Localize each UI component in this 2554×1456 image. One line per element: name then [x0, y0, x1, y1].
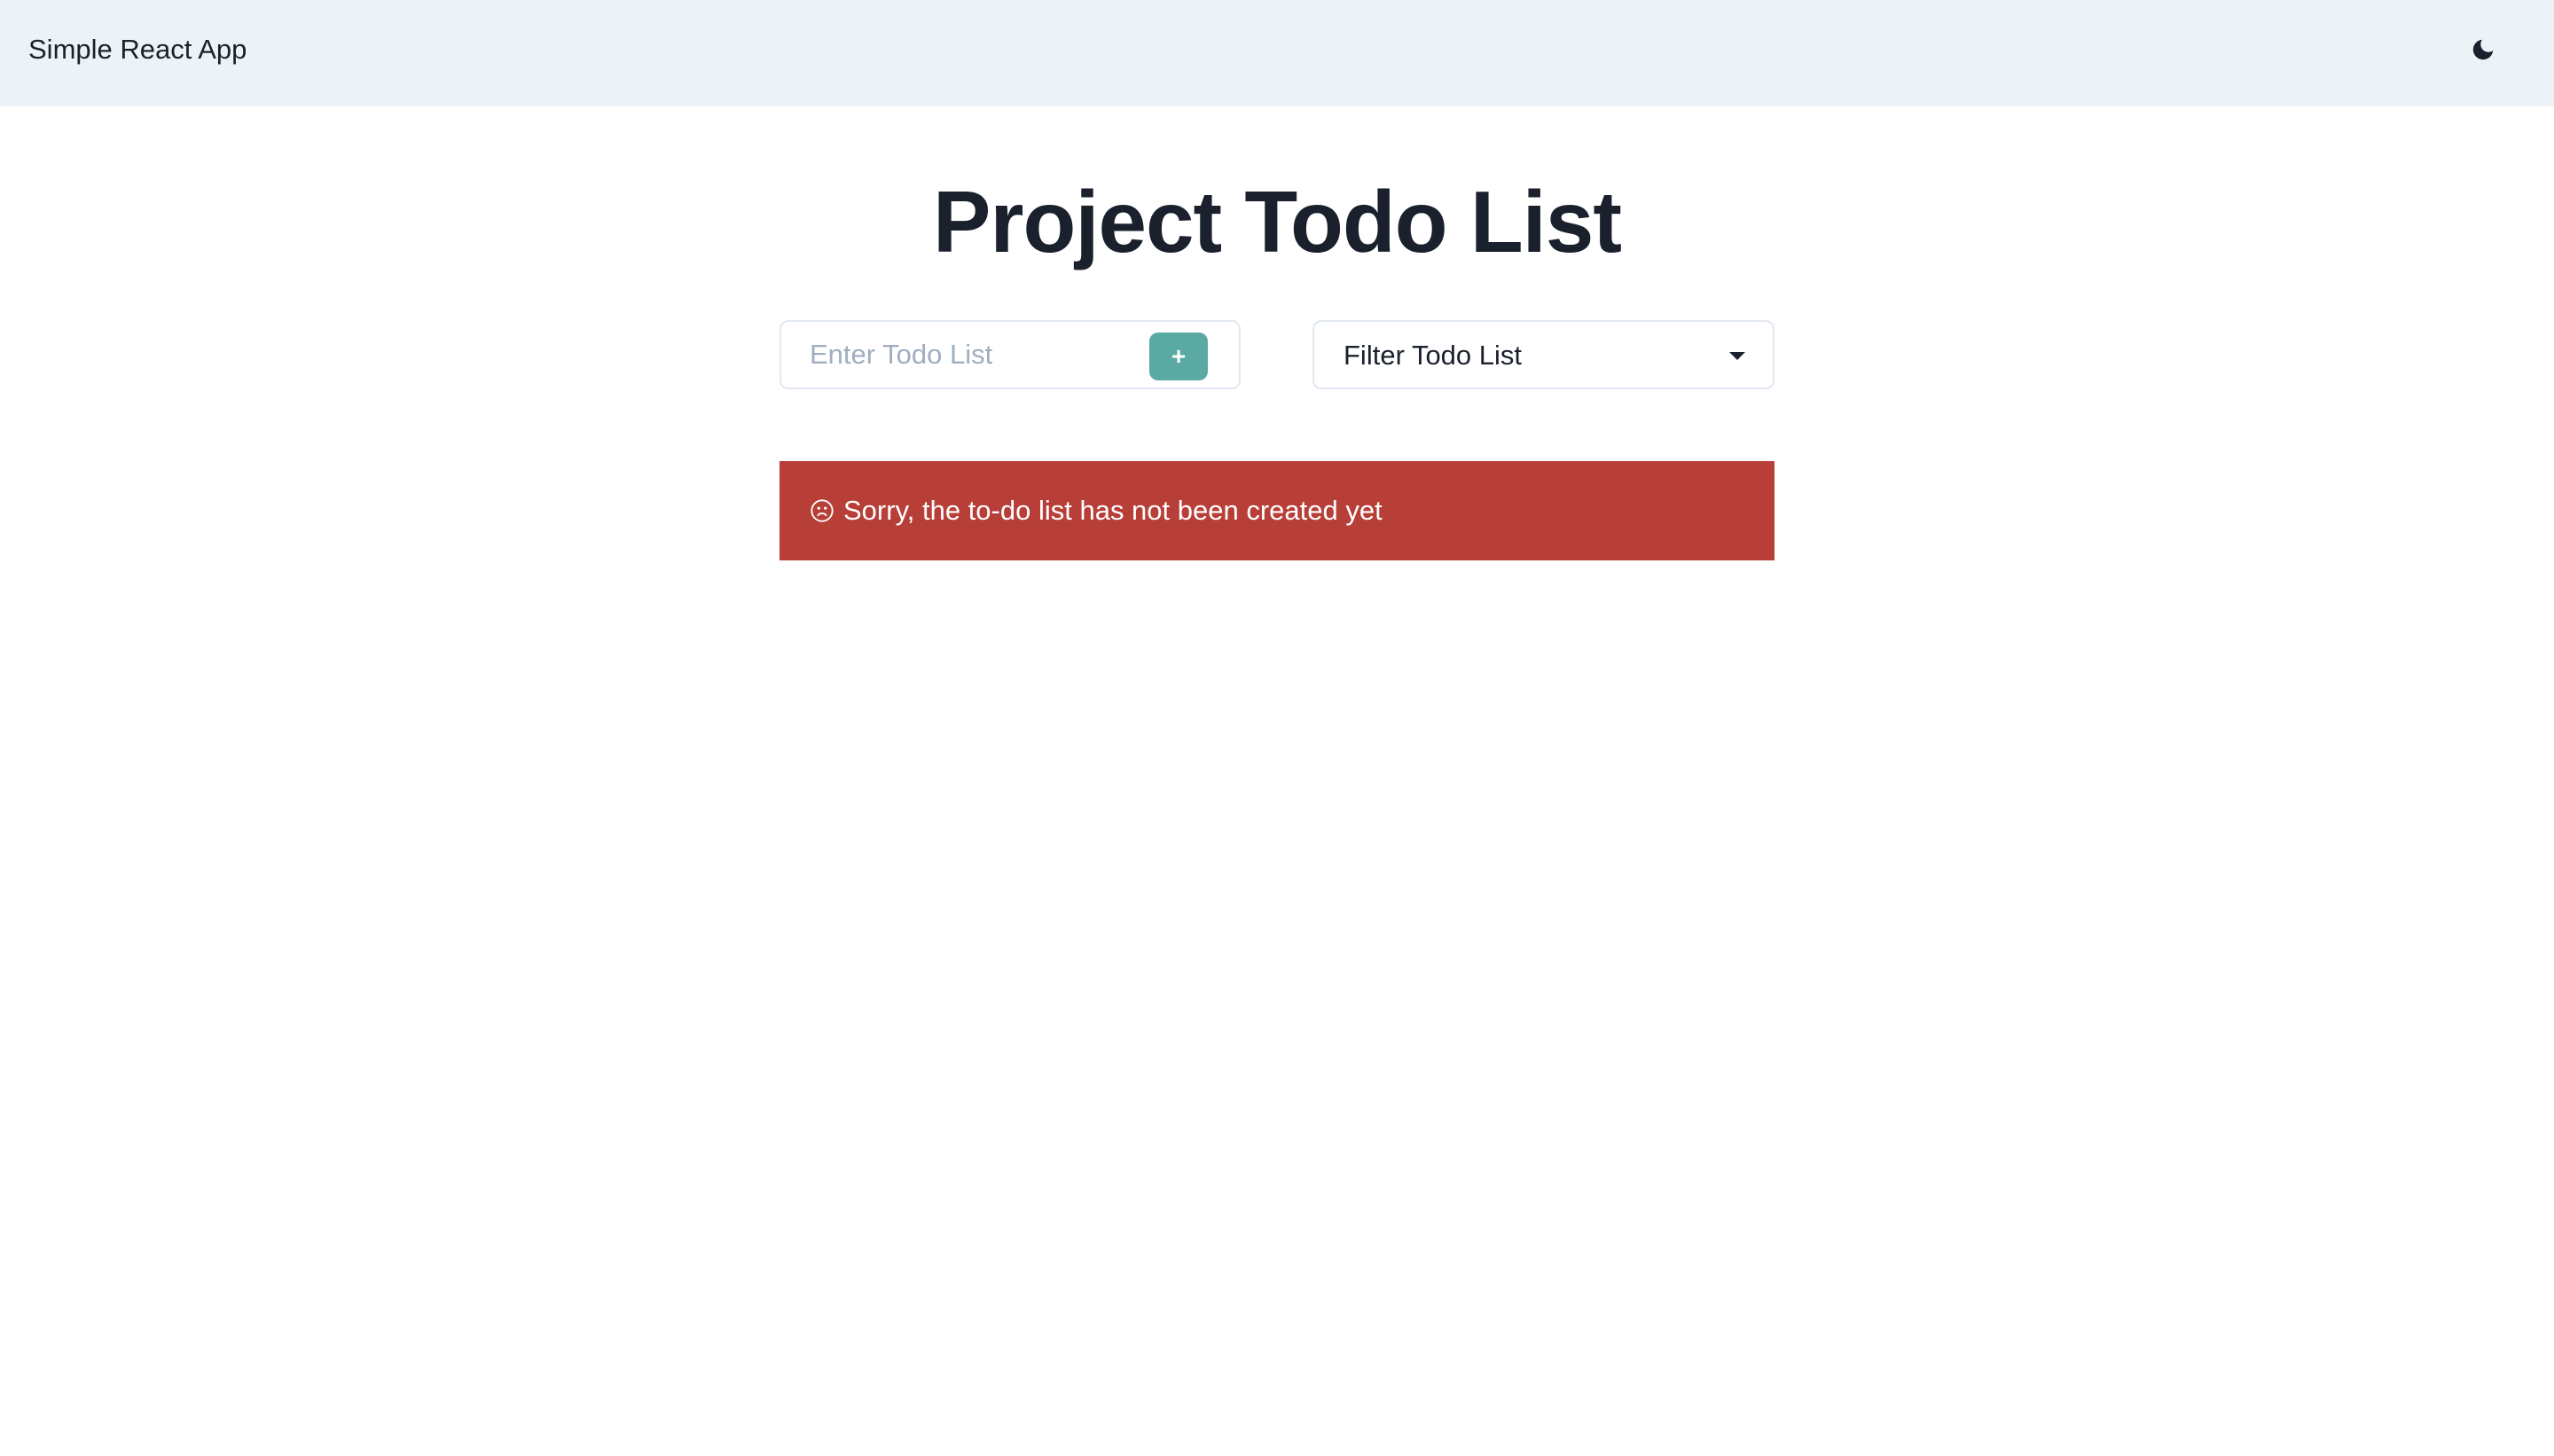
chevron-down-icon	[1729, 352, 1745, 360]
filter-selected-value: Filter Todo List	[1344, 340, 1523, 371]
theme-toggle-button[interactable]	[2460, 27, 2506, 73]
moon-icon	[2472, 39, 2494, 60]
filter-todo-select[interactable]: Filter Todo List	[1312, 320, 1774, 389]
navbar: Simple React App	[0, 0, 2554, 106]
empty-list-alert: Sorry, the to-do list has not been creat…	[780, 461, 1774, 560]
page-title: Project Todo List	[932, 173, 1622, 270]
sad-face-icon	[810, 498, 834, 523]
todo-input[interactable]	[810, 322, 1129, 387]
brand-link[interactable]: Simple React App	[28, 32, 247, 67]
add-todo-button[interactable]: +	[1149, 333, 1208, 380]
alert-message: Sorry, the to-do list has not been creat…	[843, 495, 1383, 526]
todo-input-group: +	[780, 320, 1241, 389]
